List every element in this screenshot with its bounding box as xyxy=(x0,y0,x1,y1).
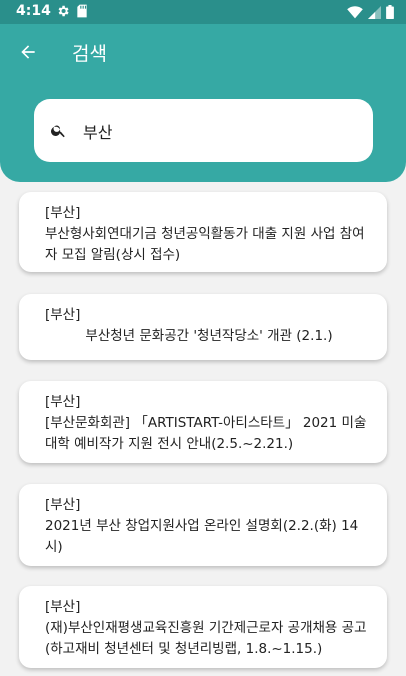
result-title: 부산형사회연대기금 청년공익활동가 대출 지원 사업 참여자 모집 알림(상시 … xyxy=(45,226,365,263)
result-card[interactable]: [부산] [부산문화회관] 「ARTISTART-아티스타트」 2021 미술대… xyxy=(19,381,387,463)
settings-gear-icon xyxy=(58,5,69,17)
result-tag: [부산] xyxy=(45,599,81,615)
wifi-icon xyxy=(347,5,363,18)
result-card[interactable]: [부산] 부산청년 문화공간 '청년작당소' 개관 (2.1.) xyxy=(19,294,387,360)
battery-icon xyxy=(386,5,394,19)
result-tag: [부산] xyxy=(45,205,81,221)
search-box[interactable] xyxy=(34,99,373,162)
result-card[interactable]: [부산] 부산형사회연대기금 청년공익활동가 대출 지원 사업 참여자 모집 알… xyxy=(19,192,387,272)
arrow-back-icon xyxy=(21,45,35,59)
search-input[interactable] xyxy=(81,117,355,145)
result-tag: [부산] xyxy=(45,307,81,323)
result-tag: [부산] xyxy=(45,497,81,513)
result-card[interactable]: [부산] (재)부산인재평생교육진흥원 기간제근로자 공개채용 공고(하고재비 … xyxy=(19,586,387,668)
result-title: 2021년 부산 창업지원사업 온라인 설명회(2.2.(화) 14시) xyxy=(45,518,359,555)
status-bar: 4:14 xyxy=(0,0,406,24)
result-tag: [부산] xyxy=(45,394,81,410)
status-right-icons xyxy=(347,5,394,19)
page-title: 검색 xyxy=(72,43,107,65)
status-time: 4:14 xyxy=(16,3,51,19)
back-button[interactable] xyxy=(12,36,44,68)
search-icon xyxy=(51,125,65,138)
cell-signal-icon xyxy=(368,5,381,19)
result-title: (재)부산인재평생교육진흥원 기간제근로자 공개채용 공고(하고재비 청년센터 … xyxy=(45,620,367,657)
app-bar: 검색 xyxy=(0,24,406,80)
sd-card-icon xyxy=(77,4,87,18)
search-panel xyxy=(0,80,406,182)
result-title: 부산청년 문화공간 '청년작당소' 개관 (2.1.) xyxy=(85,328,333,344)
result-title: [부산문화회관] 「ARTISTART-아티스타트」 2021 미술대학 예비작… xyxy=(45,415,367,452)
result-card[interactable]: [부산] 2021년 부산 창업지원사업 온라인 설명회(2.2.(화) 14시… xyxy=(19,484,387,566)
status-left-icons xyxy=(56,4,88,18)
